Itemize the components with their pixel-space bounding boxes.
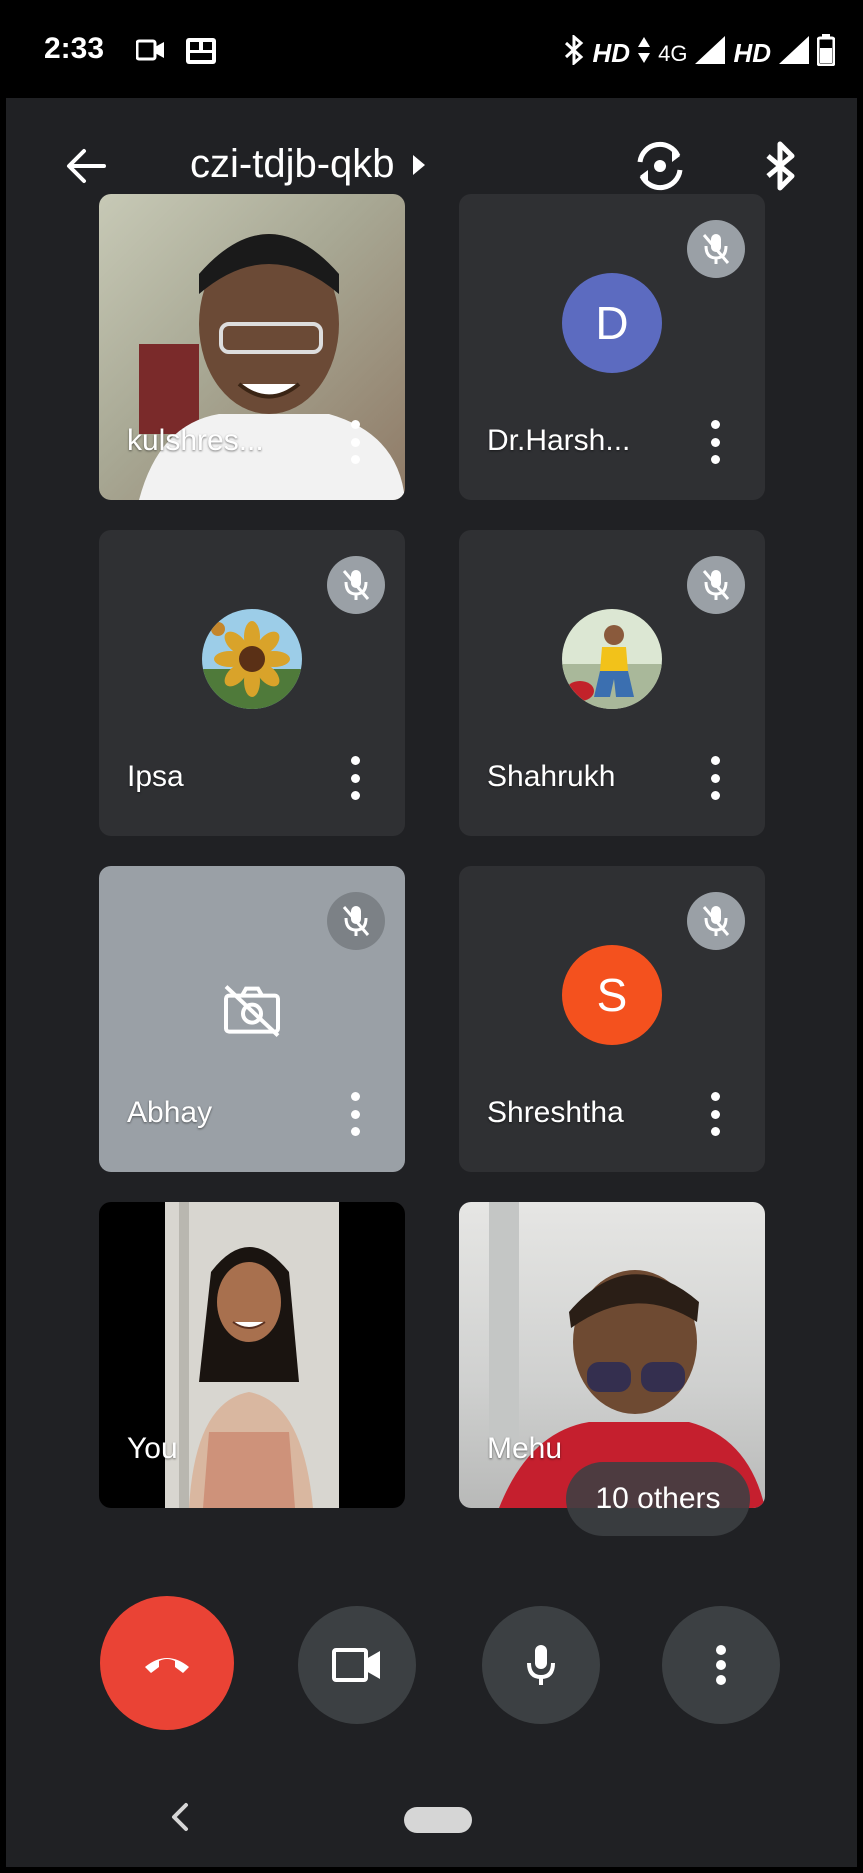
mic-off-badge [687,220,745,278]
status-right: HD 4G HD [563,33,836,73]
nav-back-button[interactable] [166,1799,194,1835]
participant-menu-button[interactable] [709,1092,721,1136]
participant-name: kulshres... [127,424,264,457]
end-call-button[interactable] [100,1596,234,1730]
microphone-icon [527,1645,555,1685]
avatar [202,608,302,709]
participant-tile[interactable]: D Dr.Harsh... [459,194,765,500]
participant-name: Shahrukh [487,760,616,793]
nav-back-icon [172,1803,188,1831]
meeting-code-button[interactable]: czi-tdjb-qkb [190,142,425,187]
avatar: D [562,272,662,373]
participant-tile[interactable]: Shahrukh [459,530,765,836]
video-camera-icon [135,38,166,69]
mic-off-icon [702,234,730,264]
end-call-icon [145,1658,189,1673]
signal-icon-2 [779,36,809,71]
participant-tile[interactable]: Ipsa [99,530,405,836]
data-arrows-icon [638,37,651,70]
mic-off-badge [687,556,745,614]
participant-tile[interactable]: S Shreshtha [459,866,765,1172]
more-options-button[interactable] [662,1606,780,1724]
back-button[interactable] [60,140,112,192]
participant-name: Dr.Harsh... [487,424,631,457]
network-label: 4G [658,40,688,66]
sunflower-photo [202,608,302,709]
participant-menu-button[interactable] [349,1092,361,1136]
participant-name: Ipsa [127,760,184,793]
bluetooth-icon [766,141,795,191]
system-nav-bar [6,1777,857,1867]
hd-label: HD [592,38,631,68]
battery-icon [816,34,836,73]
mic-off-icon [702,906,730,936]
bluetooth-icon [563,33,585,72]
participant-tile[interactable]: kulshres... [99,194,405,500]
mic-off-icon [342,570,370,600]
caret-right-icon [412,154,425,175]
meeting-code: czi-tdjb-qkb [190,142,395,186]
mic-off-badge [327,892,385,950]
participant-name: Shreshtha [487,1096,624,1129]
hd-label-2: HD [733,38,771,68]
signal-icon [695,36,726,71]
switch-camera-icon [637,141,683,191]
status-left-icons [135,38,216,69]
back-arrow-icon [67,149,106,183]
call-controls [6,1596,857,1736]
mic-off-icon [702,570,730,600]
mic-off-icon [342,906,370,936]
meet-badge-icon [186,38,216,69]
participant-menu-button[interactable] [709,420,721,464]
camera-off-icon [222,984,282,1043]
others-count-pill[interactable]: 10 others [566,1462,750,1536]
camera-toggle-button[interactable] [298,1606,416,1724]
mic-off-badge [687,892,745,950]
participant-menu-button[interactable] [709,756,721,800]
participant-menu-button[interactable] [349,756,361,800]
mic-off-badge [327,556,385,614]
video-camera-icon [332,1648,380,1682]
home-pill[interactable] [404,1807,472,1833]
participant-tile[interactable]: Abhay [99,866,405,1172]
avatar: S [562,944,662,1045]
participant-name: Mehu [487,1432,563,1465]
participant-name: Abhay [127,1096,213,1129]
avatar [562,608,662,709]
person-photo [562,608,662,709]
audio-output-button[interactable] [752,138,808,194]
participant-name: You [127,1432,178,1465]
switch-camera-button[interactable] [632,138,688,194]
mic-toggle-button[interactable] [482,1606,600,1724]
participant-menu-button[interactable] [349,420,361,464]
meet-call-screen: 2:33 HD 4G HD czi-tdjb-qkb kulshres... D… [6,6,857,1867]
self-video-tile[interactable]: You [99,1202,405,1508]
status-time: 2:33 [44,32,105,65]
status-bar: 2:33 HD 4G HD [6,6,857,98]
more-vert-icon [716,1645,726,1685]
